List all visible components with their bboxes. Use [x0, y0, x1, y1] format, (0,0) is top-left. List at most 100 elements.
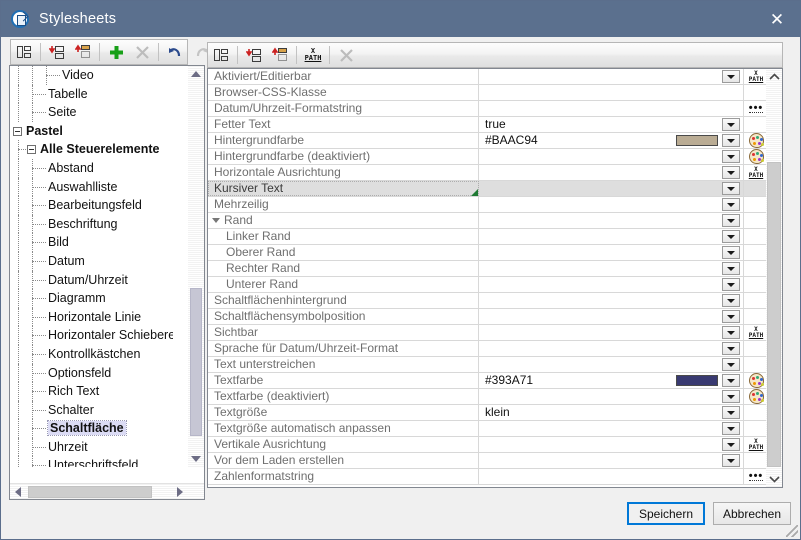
tree-item-uhrzeit[interactable]: Uhrzeit: [10, 438, 173, 457]
cancel-button[interactable]: Abbrechen: [713, 502, 791, 525]
property-extra-action[interactable]: •••: [744, 101, 768, 116]
scroll-left-icon[interactable]: [10, 484, 26, 500]
dropdown-button[interactable]: [722, 278, 740, 291]
property-extra-action[interactable]: [744, 133, 768, 148]
color-palette-icon[interactable]: [749, 389, 764, 404]
append-row-icon[interactable]: [208, 43, 234, 67]
insert-child-icon[interactable]: [44, 40, 70, 64]
tree-item-horizontale-linie[interactable]: Horizontale Linie: [10, 308, 173, 327]
scroll-up-icon[interactable]: [766, 69, 782, 85]
property-value[interactable]: [479, 453, 744, 468]
scroll-down-icon[interactable]: [766, 471, 782, 487]
property-row[interactable]: SichtbarXPATH: [208, 325, 768, 341]
property-value[interactable]: #393A71: [479, 373, 744, 388]
dropdown-button[interactable]: [722, 390, 740, 403]
scroll-up-icon[interactable]: [188, 66, 204, 82]
tree-item-bild[interactable]: Bild: [10, 233, 173, 252]
tree-item-schaltfl-che[interactable]: Schaltfläche: [10, 419, 173, 438]
property-row[interactable]: Textfarbe#393A71: [208, 373, 768, 389]
property-row[interactable]: Schaltflächenhintergrund: [208, 293, 768, 309]
tree-vertical-scrollbar[interactable]: [188, 66, 204, 467]
property-value[interactable]: [479, 69, 744, 84]
dropdown-button[interactable]: [722, 422, 740, 435]
dropdown-button[interactable]: [722, 150, 740, 163]
tree-item-video[interactable]: Video: [10, 66, 173, 85]
dropdown-button[interactable]: [722, 326, 740, 339]
insert-child-icon[interactable]: [241, 43, 267, 67]
group-expand-icon[interactable]: [212, 218, 220, 223]
xpath-icon[interactable]: XPATH: [300, 43, 326, 67]
property-extra-action[interactable]: XPATH: [744, 165, 768, 180]
property-row[interactable]: Zahlenformatstring•••: [208, 469, 768, 485]
property-row[interactable]: Sprache für Datum/Uhrzeit-Format: [208, 341, 768, 357]
property-row[interactable]: Linker Rand: [208, 229, 768, 245]
property-value[interactable]: [479, 261, 744, 276]
dropdown-button[interactable]: [722, 294, 740, 307]
grid-vertical-scrollbar[interactable]: [766, 69, 782, 487]
tree-item-alle-steuerelemente[interactable]: Alle Steuerelemente: [10, 140, 173, 159]
dropdown-button[interactable]: [722, 182, 740, 195]
color-swatch[interactable]: [676, 135, 718, 146]
tree-item-tabelle[interactable]: Tabelle: [10, 85, 173, 104]
tree-item-pastel[interactable]: Pastel: [10, 122, 173, 141]
dropdown-button[interactable]: [722, 438, 740, 451]
property-row[interactable]: Mehrzeilig: [208, 197, 768, 213]
property-value[interactable]: [479, 341, 744, 356]
property-extra-action[interactable]: XPATH: [744, 437, 768, 452]
property-extra-action[interactable]: XPATH: [744, 69, 768, 84]
color-palette-icon[interactable]: [749, 373, 764, 388]
property-row[interactable]: Aktiviert/EditierbarXPATH: [208, 69, 768, 85]
property-row[interactable]: Vor dem Laden erstellen: [208, 453, 768, 469]
property-value[interactable]: [479, 293, 744, 308]
property-extra-action[interactable]: [744, 149, 768, 164]
dropdown-button[interactable]: [722, 342, 740, 355]
property-value[interactable]: [479, 165, 744, 180]
tree-item-abstand[interactable]: Abstand: [10, 159, 173, 178]
property-row[interactable]: Oberer Rand: [208, 245, 768, 261]
property-value[interactable]: [479, 85, 744, 100]
property-row[interactable]: Hintergrundfarbe (deaktiviert): [208, 149, 768, 165]
append-child-icon[interactable]: [70, 40, 96, 64]
dropdown-button[interactable]: [722, 454, 740, 467]
dropdown-button[interactable]: [722, 358, 740, 371]
property-value[interactable]: #BAAC94: [479, 133, 744, 148]
property-row[interactable]: Schaltflächensymbolposition: [208, 309, 768, 325]
ellipsis-icon[interactable]: •••: [749, 472, 764, 481]
add-icon[interactable]: [103, 40, 129, 64]
xpath-icon[interactable]: XPATH: [749, 439, 763, 451]
tree-item-optionsfeld[interactable]: Optionsfeld: [10, 364, 173, 383]
tree-item-schalter[interactable]: Schalter: [10, 401, 173, 420]
ellipsis-icon[interactable]: •••: [749, 104, 764, 113]
property-extra-action[interactable]: •••: [744, 469, 768, 484]
dropdown-button[interactable]: [722, 118, 740, 131]
property-extra-action[interactable]: [744, 373, 768, 388]
property-row[interactable]: Textgröße automatisch anpassen: [208, 421, 768, 437]
dropdown-button[interactable]: [722, 374, 740, 387]
tree-collapse-icon[interactable]: [27, 145, 36, 154]
property-value[interactable]: [479, 389, 744, 404]
property-row[interactable]: Fetter Texttrue: [208, 117, 768, 133]
property-extra-action[interactable]: XPATH: [744, 325, 768, 340]
color-palette-icon[interactable]: [749, 133, 764, 148]
undo-icon[interactable]: [162, 40, 188, 64]
dropdown-button[interactable]: [722, 134, 740, 147]
tree-item-datum[interactable]: Datum: [10, 252, 173, 271]
xpath-icon[interactable]: XPATH: [749, 71, 763, 83]
tree-item-beschriftung[interactable]: Beschriftung: [10, 215, 173, 234]
append-child-icon[interactable]: [267, 43, 293, 67]
property-value[interactable]: [479, 213, 744, 228]
property-row[interactable]: Hintergrundfarbe#BAAC94: [208, 133, 768, 149]
close-icon[interactable]: ✕: [754, 1, 800, 37]
color-swatch[interactable]: [676, 375, 718, 386]
dropdown-button[interactable]: [722, 406, 740, 419]
tree-scroll-thumb[interactable]: [190, 288, 202, 436]
property-value[interactable]: [479, 245, 744, 260]
dropdown-button[interactable]: [722, 70, 740, 83]
dropdown-button[interactable]: [722, 214, 740, 227]
property-row[interactable]: Vertikale AusrichtungXPATH: [208, 437, 768, 453]
property-value[interactable]: [479, 197, 744, 212]
property-row[interactable]: Textfarbe (deaktiviert): [208, 389, 768, 405]
dropdown-button[interactable]: [722, 166, 740, 179]
property-row[interactable]: Kursiver Text: [208, 181, 768, 197]
property-grid[interactable]: Aktiviert/EditierbarXPATHBrowser-CSS-Kla…: [208, 69, 768, 487]
